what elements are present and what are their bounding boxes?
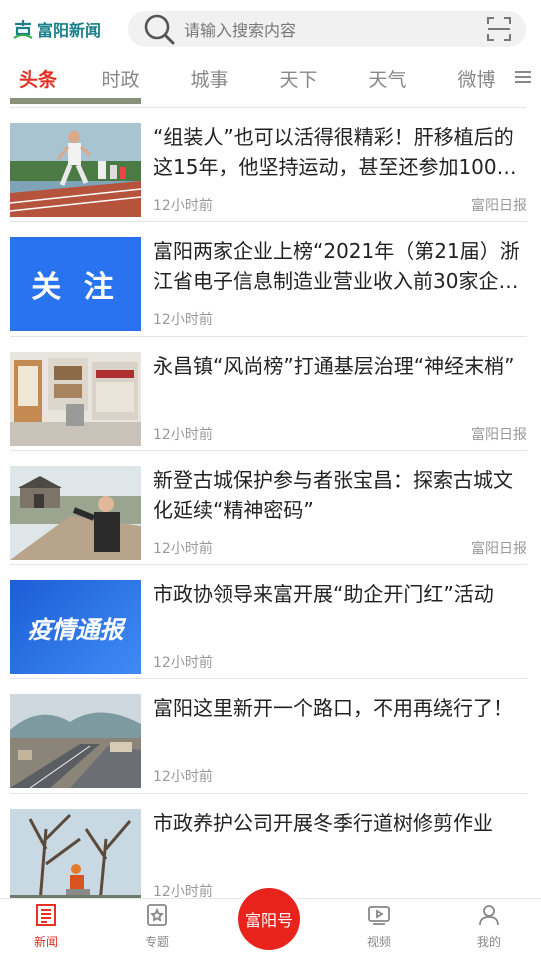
top-header: 富阳新闻 请输入搜索内容 — [0, 0, 541, 58]
article-title: 富阳这里新开一个路口，不用再绕行了！ — [153, 696, 513, 721]
nav-mine[interactable]: 我的 — [459, 903, 519, 950]
article-time: 12小时前 — [153, 312, 213, 329]
tab-tianqi[interactable]: 天气 — [343, 65, 432, 92]
nav-news[interactable]: 新闻 — [16, 903, 76, 950]
nav-news-label: 新闻 — [33, 935, 58, 949]
article-item[interactable]: 永昌镇“风尚榜”打通基层治理“神经末梢” 12小时前 富阳日报 — [10, 337, 527, 451]
tab-weibo[interactable]: 微博 — [432, 65, 521, 92]
article-source: 富阳日报 — [471, 198, 527, 214]
article-thumbnail — [10, 694, 141, 789]
article-title: 市政养护公司开展冬季行道树修剪作业 — [153, 810, 493, 835]
nav-video-label: 视频 — [366, 935, 391, 949]
article-item[interactable]: 富阳这里新开一个路口，不用再绕行了！ 12小时前 — [10, 679, 527, 794]
app-screen: 富阳新闻 请输入搜索内容 头条 时政 城事 天下 天气 微博 “组装人”也可以活… — [0, 0, 541, 959]
thumbnail-text: 疫情通报 — [27, 615, 124, 644]
article-thumbnail — [10, 808, 141, 903]
article-title: “组装人”也可以活得很精彩！肝移植后的这15年，他坚持运动，甚至还参加100… — [153, 125, 517, 179]
article-thumbnail — [10, 123, 141, 217]
article-time: 12小时前 — [153, 655, 213, 672]
article-item[interactable]: 关 注 富阳两家企业上榜“2021年（第21届）浙江省电子信息制造业营业收入前3… — [10, 222, 527, 337]
scan-icon[interactable] — [486, 16, 512, 42]
article-source: 富阳日报 — [471, 426, 527, 443]
article-list: “组装人”也可以活得很精彩！肝移植后的这15年，他坚持运动，甚至还参加100… … — [0, 108, 541, 908]
article-item[interactable]: 疫情通报 市政协领导来富开展“助企开门红”活动 12小时前 — [10, 565, 527, 680]
menu-icon[interactable] — [515, 68, 533, 86]
article-time: 12小时前 — [153, 426, 213, 443]
article-title: 新登古城保护参与者张宝昌：探索古城文化延续“精神密码” — [153, 467, 513, 522]
tab-tianxia[interactable]: 天下 — [254, 65, 343, 92]
app-logo[interactable]: 富阳新闻 — [12, 17, 124, 41]
user-icon — [477, 903, 501, 927]
logo-icon — [12, 18, 34, 40]
article-thumbnail — [10, 351, 141, 446]
article-thumbnail — [10, 465, 141, 560]
logo-text: 富阳新闻 — [37, 21, 102, 40]
video-icon — [367, 903, 391, 927]
search-placeholder: 请输入搜索内容 — [184, 21, 297, 40]
scrolled-item-edge — [10, 98, 526, 108]
article-item[interactable]: 新登古城保护参与者张宝昌：探索古城文化延续“精神密码” 12小时前 富阳日报 — [10, 451, 527, 566]
article-title: 永昌镇“风尚榜”打通基层治理“神经末梢” — [153, 353, 515, 378]
article-time: 12小时前 — [153, 540, 213, 557]
article-source: 富阳日报 — [471, 540, 527, 557]
article-title: 富阳两家企业上榜“2021年（第21届）浙江省电子信息制造业营业收入前30家企… — [153, 239, 520, 294]
tab-shizheng[interactable]: 时政 — [76, 65, 165, 92]
article-item[interactable]: “组装人”也可以活得很精彩！肝移植后的这15年，他坚持运动，甚至还参加100… … — [10, 108, 527, 223]
fuyang-hao-label: 富阳号 — [244, 911, 293, 930]
nav-topics[interactable]: 专题 — [127, 903, 187, 950]
fuyang-hao-button[interactable]: 富阳号 — [238, 888, 300, 950]
nav-topics-label: 专题 — [144, 935, 169, 949]
tab-chengshi[interactable]: 城事 — [165, 65, 254, 92]
article-thumbnail: 关 注 — [10, 237, 141, 332]
nav-video[interactable]: 视频 — [349, 903, 409, 950]
topic-icon — [145, 903, 169, 927]
thumbnail-text: 关 注 — [31, 270, 120, 306]
nav-mine-label: 我的 — [476, 935, 501, 949]
article-time: 12小时前 — [153, 769, 213, 786]
category-tabs: 头条 时政 城事 天下 天气 微博 — [0, 58, 541, 98]
tab-toutiao[interactable]: 头条 — [0, 65, 76, 92]
article-time: 12小时前 — [153, 198, 213, 214]
article-title: 市政协领导来富开展“助企开门红”活动 — [153, 582, 494, 607]
search-icon — [142, 12, 176, 46]
newspaper-icon — [34, 903, 58, 927]
search-bar[interactable]: 请输入搜索内容 — [128, 11, 526, 47]
article-thumbnail: 疫情通报 — [10, 580, 141, 675]
